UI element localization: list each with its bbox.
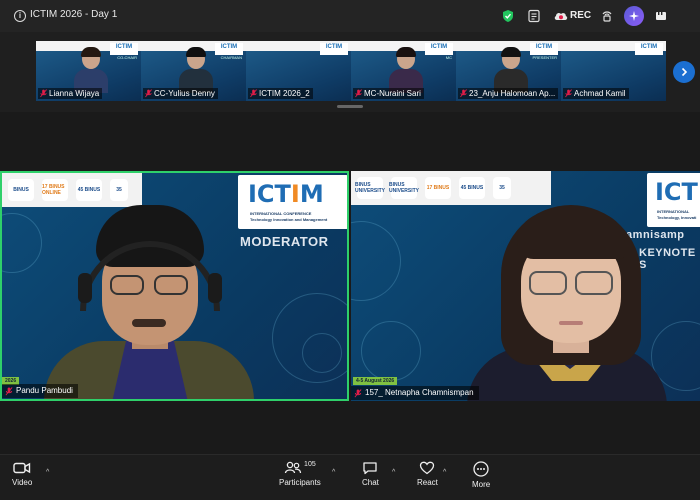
heart-icon (420, 461, 435, 475)
ictim-logo: ICTIM (320, 43, 348, 55)
video-options-caret[interactable]: ^ (46, 469, 49, 476)
ictim-logo: ICTIM (110, 43, 138, 55)
react-button[interactable]: React (417, 461, 438, 487)
more-icon (473, 461, 489, 477)
meeting-toolbar: Video ^ 105 Participants ^ Chat ^ React … (0, 454, 700, 500)
mic-off-icon (355, 89, 362, 98)
mic-off-icon (565, 89, 572, 98)
participant-name-label: MC-Nuraini Sari (353, 88, 424, 99)
participant-video (389, 47, 423, 93)
ai-companion-icon[interactable] (624, 6, 644, 26)
meeting-title: ICTIM 2026 - Day 1 (30, 9, 118, 20)
participant-name-label: Achmad Kamil (563, 88, 629, 99)
sponsor-logo: BINUS (8, 179, 34, 201)
ictim-logo: ICTIM (425, 43, 453, 55)
mic-off-icon (5, 387, 13, 396)
video-tile-moderator[interactable]: BINUS 17 BINUS ONLINE 45 BINUS 35 ICTIM … (0, 171, 349, 401)
participant-thumbnail[interactable]: ICTIM ICTIM 2026_2 (246, 41, 351, 101)
participants-count: 105 (304, 461, 316, 468)
cloud-record-icon[interactable] (553, 8, 569, 24)
chevron-right-icon (681, 67, 688, 77)
sponsor-logo: BINUS UNIVERSITY (355, 177, 385, 199)
react-options-caret[interactable]: ^ (443, 469, 446, 476)
sponsor-logo: 45 BINUS (76, 179, 102, 201)
participant-role: PRESENTER (532, 55, 557, 60)
participant-thumbnail[interactable]: ICTIM PRESENTER 23_Anju Halomoan Ap... (456, 41, 561, 101)
participant-name-label: 157_ Netnapha Chamnismpan (351, 386, 479, 400)
video-button[interactable]: Video (12, 461, 32, 487)
video-camera-icon (13, 462, 31, 474)
participant-video (467, 197, 671, 401)
sponsor-logo: 45 BINUS (459, 177, 485, 199)
participant-thumbnail[interactable]: ICTIM CHAIRMAN CC-Yulius Denny (141, 41, 246, 101)
broadcast-icon[interactable] (599, 8, 615, 24)
rec-label: REC (570, 10, 592, 21)
participant-video (494, 47, 528, 93)
participant-video (74, 47, 108, 93)
participants-options-caret[interactable]: ^ (332, 469, 335, 476)
participants-icon (284, 461, 302, 474)
sponsor-logo: 35 (110, 179, 128, 201)
sponsor-logo: 17 BINUS ONLINE (42, 179, 68, 201)
sponsor-logo: 35 (493, 177, 511, 199)
notes-icon[interactable] (526, 8, 542, 24)
participant-video (32, 201, 272, 399)
mic-off-icon (145, 89, 152, 98)
title-bar: i ICTIM 2026 - Day 1 REC (0, 0, 700, 32)
mic-off-icon (250, 89, 257, 98)
more-button[interactable]: More (472, 461, 490, 489)
shield-check-icon[interactable] (500, 8, 516, 24)
participant-name-label: Lianna Wijaya (38, 88, 103, 99)
mic-off-icon (460, 89, 467, 98)
next-page-button[interactable] (673, 61, 695, 83)
participants-button[interactable]: 105 Participants (279, 461, 321, 487)
layout-view-icon[interactable] (653, 8, 669, 24)
strip-resize-handle[interactable] (337, 105, 363, 108)
video-tile-keynote-speaker[interactable]: BINUS UNIVERSITY BINUS UNIVERSITY 17 BIN… (351, 171, 700, 401)
event-date-tag: 4-5 August 2026 (353, 377, 398, 385)
sponsor-logo: 17 BINUS (425, 177, 451, 199)
info-icon[interactable]: i (14, 10, 26, 22)
participant-thumbnail[interactable]: ICTIM MC MC-Nuraini Sari (351, 41, 456, 101)
mic-off-icon (354, 389, 362, 398)
participant-role: CHAIRMAN (220, 55, 242, 60)
mic-off-icon (40, 89, 47, 98)
participant-name-label: CC-Yulius Denny (143, 88, 218, 99)
participant-name-label: ICTIM 2026_2 (248, 88, 313, 99)
chat-icon (363, 462, 378, 475)
participant-name-label: 23_Anju Halomoan Ap... (458, 88, 559, 99)
participant-thumbnail[interactable]: ICTIM CO-CHAIR Lianna Wijaya (36, 41, 141, 101)
participant-role: MC (445, 55, 452, 60)
ictim-logo: ICTIM (635, 43, 663, 55)
participant-name-label: Pandu Pambudi (2, 384, 78, 398)
participant-video (179, 47, 213, 93)
chat-options-caret[interactable]: ^ (392, 469, 395, 476)
ictim-logo: ICTIM (530, 43, 558, 55)
ictim-logo: ICTIM (215, 43, 243, 55)
participant-role: CO-CHAIR (117, 55, 137, 60)
sponsor-logo: BINUS UNIVERSITY (389, 177, 419, 199)
participant-thumbnail[interactable]: ICTIM Achmad Kamil (561, 41, 666, 101)
chat-button[interactable]: Chat (362, 461, 379, 487)
